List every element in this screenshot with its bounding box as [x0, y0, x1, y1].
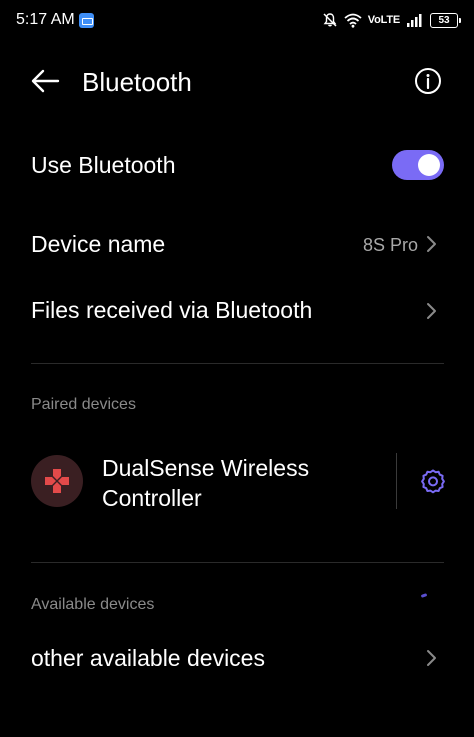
- other-available-devices-label: other available devices: [31, 645, 265, 671]
- use-bluetooth-label: Use Bluetooth: [31, 152, 176, 178]
- device-avatar: [31, 455, 83, 507]
- chevron-right-icon: [427, 303, 436, 319]
- gamepad-icon: [45, 469, 69, 493]
- chevron-right-icon: [427, 236, 436, 252]
- page-title: Bluetooth: [82, 67, 192, 97]
- info-icon: [415, 68, 441, 94]
- status-time: 5:17 AM: [16, 11, 75, 28]
- bluetooth-toggle[interactable]: [392, 150, 444, 180]
- device-name-value: 8S Pro: [362, 235, 418, 255]
- info-button[interactable]: [413, 66, 443, 96]
- paired-devices-header: Paired devices: [31, 396, 136, 413]
- vertical-separator: [396, 453, 397, 509]
- mute-icon: [322, 12, 338, 28]
- divider: [31, 363, 444, 364]
- wifi-icon: [344, 13, 362, 28]
- scanning-indicator: [420, 593, 428, 598]
- toggle-knob: [418, 154, 440, 176]
- app-bar: Bluetooth: [0, 50, 474, 112]
- battery-icon: 53: [430, 12, 461, 28]
- status-icons: VoLTE 53: [322, 10, 461, 30]
- signal-icon: [406, 13, 424, 27]
- chevron-right-icon: [427, 650, 436, 666]
- back-button[interactable]: [28, 66, 62, 96]
- device-name: DualSense Wireless Controller: [102, 455, 310, 511]
- back-arrow-icon: [31, 69, 60, 93]
- battery-level: 53: [438, 14, 450, 26]
- gear-icon: [421, 469, 445, 494]
- app-notification-icon: [79, 13, 94, 28]
- files-received-label: Files received via Bluetooth: [31, 297, 313, 323]
- available-devices-header: Available devices: [31, 596, 155, 613]
- divider: [31, 562, 444, 563]
- device-settings-button[interactable]: [418, 467, 448, 497]
- status-bar: 5:17 AM VoLTE 53: [0, 0, 474, 42]
- device-name-label: Device name: [31, 231, 166, 257]
- network-label: VoLTE: [367, 14, 400, 26]
